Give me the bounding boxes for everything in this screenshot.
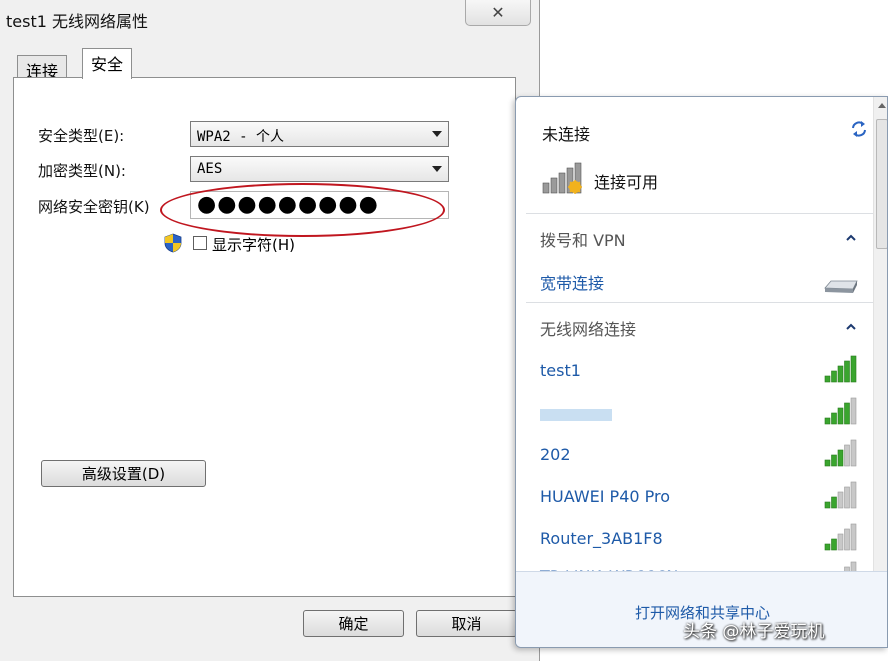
dialog-title: test1 无线网络属性 [6, 12, 148, 31]
chevron-up-icon[interactable] [846, 233, 856, 243]
scroll-up-icon[interactable] [878, 103, 886, 108]
wifi-signal-icon [824, 397, 857, 425]
signal-bar [850, 439, 857, 467]
connection-status-title: 未连接 [542, 125, 591, 144]
tab-security[interactable]: 安全 [82, 48, 133, 79]
signal-bar [831, 538, 837, 551]
broadband-connection[interactable]: 宽带连接 [540, 270, 604, 294]
wireless-properties-dialog: test1 无线网络属性 ✕ 连接 安全 安全类型(E): WPA2 - 个人 … [0, 0, 540, 661]
encryption-type-select[interactable]: AES [190, 156, 449, 182]
uac-shield-icon [164, 233, 182, 253]
ok-button[interactable]: 确定 [303, 610, 404, 637]
signal-bar [824, 417, 831, 425]
security-type-value: WPA2 - 个人 [197, 129, 285, 145]
blurred-network-name [540, 409, 612, 421]
signal-bar [831, 496, 837, 509]
close-icon: ✕ [491, 3, 505, 22]
signal-bar [824, 543, 831, 551]
divider [526, 213, 873, 214]
signal-bar [837, 365, 844, 383]
signal-bar [844, 444, 850, 467]
signal-bar [837, 533, 844, 551]
signal-bar [850, 561, 857, 571]
wifi-signal-icon [824, 355, 857, 383]
signal-bar [837, 449, 844, 467]
network-name: test1 [540, 361, 581, 380]
network-name: HUAWEI P40 Pro [540, 487, 671, 506]
signal-bar [824, 501, 831, 509]
show-characters-label: 显示字符(H) [212, 236, 295, 254]
signal-bar [831, 454, 837, 467]
security-tab-panel [13, 77, 516, 597]
signal-bar [850, 397, 857, 425]
signal-bar [844, 528, 850, 551]
network-name: 202 [540, 445, 571, 464]
signal-bar [850, 481, 857, 509]
network-flyout: 未连接 连接可用 拨号和 VPN 宽带连接 无线网络连接 test1 202 H… [515, 96, 888, 648]
network-list-area: 未连接 连接可用 拨号和 VPN 宽带连接 无线网络连接 test1 202 H… [526, 97, 873, 571]
watermark-text: 头条 @林子爱玩机 [683, 622, 825, 642]
cancel-button[interactable]: 取消 [416, 610, 517, 637]
tab-connection[interactable]: 连接 [17, 55, 68, 81]
signal-bar [831, 412, 837, 425]
security-type-label: 安全类型(E): [38, 127, 125, 145]
wifi-signal-icon [824, 523, 857, 551]
scrollbar[interactable] [873, 97, 887, 571]
dropdown-arrow-icon [432, 166, 442, 172]
signal-bar [850, 523, 857, 551]
connection-available-text: 连接可用 [594, 173, 659, 192]
signal-bar [850, 355, 857, 383]
signal-bar [824, 459, 831, 467]
signal-bar [824, 375, 831, 383]
network-available-icon [542, 162, 582, 194]
signal-bar [831, 370, 837, 383]
divider [526, 302, 873, 303]
highlight-ellipse [160, 183, 445, 237]
refresh-icon[interactable] [849, 119, 869, 139]
show-characters-checkbox[interactable] [193, 236, 207, 250]
section-wireless[interactable]: 无线网络连接 [540, 316, 636, 340]
chevron-up-icon[interactable] [846, 322, 856, 332]
scroll-thumb[interactable] [876, 119, 887, 249]
signal-bar [837, 491, 844, 509]
wifi-signal-icon [824, 481, 857, 509]
network-key-label: 网络安全密钥(K) [38, 198, 150, 216]
signal-bar [844, 486, 850, 509]
wifi-signal-icon [824, 439, 857, 467]
close-button[interactable]: ✕ [465, 0, 531, 26]
advanced-settings-button[interactable]: 高级设置(D) [41, 460, 206, 487]
dropdown-arrow-icon [432, 131, 442, 137]
network-name: Router_3AB1F8 [540, 529, 663, 548]
encryption-type-value: AES [197, 161, 223, 177]
wifi-signal-icon [844, 561, 857, 571]
encryption-type-label: 加密类型(N): [38, 162, 126, 180]
broadband-modem-icon [824, 280, 858, 293]
signal-bar [837, 407, 844, 425]
signal-bar [844, 402, 850, 425]
section-dialup-vpn[interactable]: 拨号和 VPN [540, 227, 626, 251]
security-type-select[interactable]: WPA2 - 个人 [190, 121, 449, 147]
signal-bar [844, 360, 850, 383]
